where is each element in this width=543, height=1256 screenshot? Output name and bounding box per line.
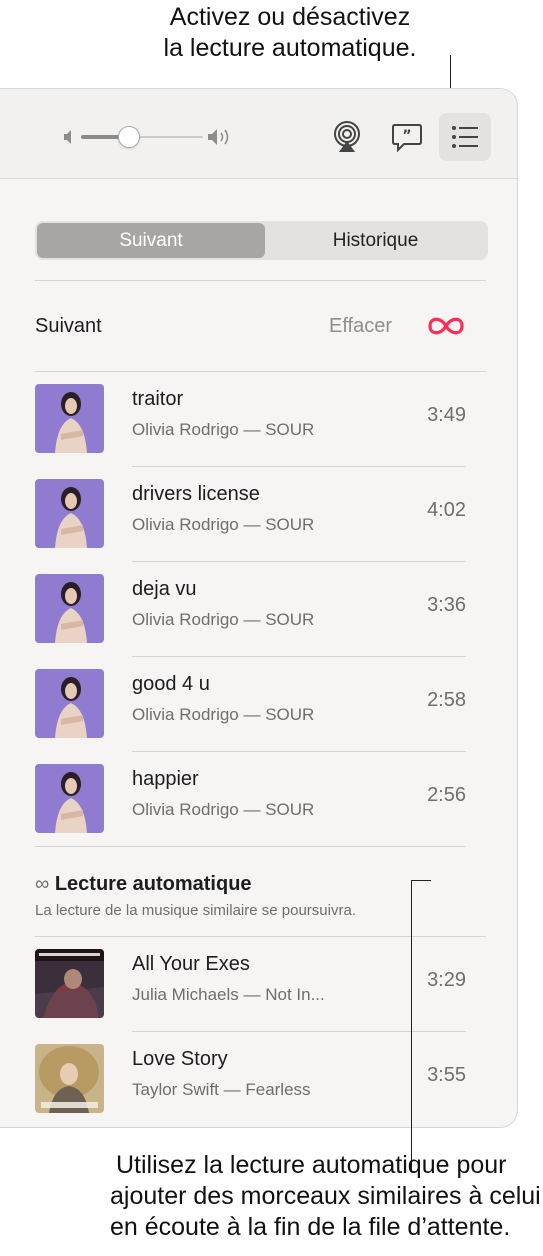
callout-top-line-2: la lecture automatique. xyxy=(163,34,417,62)
svg-text:”: ” xyxy=(402,128,411,144)
airplay-button[interactable] xyxy=(321,113,373,161)
album-art xyxy=(35,574,104,643)
track-title: happier xyxy=(132,768,199,790)
queue-track-row[interactable]: deja vu Olivia Rodrigo — SOUR 3:36 xyxy=(35,562,486,657)
queue-track-row[interactable]: happier Olivia Rodrigo — SOUR 2:56 xyxy=(35,752,486,847)
track-title: Love Story xyxy=(132,1048,228,1070)
queue-list-icon xyxy=(452,126,478,148)
queue-track-row[interactable]: good 4 u Olivia Rodrigo — SOUR 2:58 xyxy=(35,657,486,752)
autoplay-track-row[interactable]: Love Story Taylor Swift — Fearless 3:55 xyxy=(35,1032,486,1127)
tab-next[interactable]: Suivant xyxy=(37,223,265,258)
album-art xyxy=(35,949,104,1018)
airplay-icon xyxy=(334,121,360,152)
lyrics-button[interactable]: ” xyxy=(381,113,433,161)
callout-autoplay-toggle: Activez ou désactivez la lecture automat… xyxy=(100,2,480,64)
track-artist-album: Olivia Rodrigo — SOUR xyxy=(132,420,315,439)
track-duration: 4:02 xyxy=(427,499,466,521)
volume-high-icon xyxy=(208,129,229,145)
toolbar: ” xyxy=(0,89,517,179)
track-title: traitor xyxy=(132,388,184,410)
album-art xyxy=(35,669,104,738)
track-title: deja vu xyxy=(132,578,197,600)
volume-slider-knob[interactable] xyxy=(118,126,140,148)
track-duration: 3:49 xyxy=(427,404,466,426)
track-duration: 2:58 xyxy=(427,689,466,711)
volume-low-icon xyxy=(64,130,71,144)
track-artist-album: Taylor Swift — Fearless xyxy=(132,1080,311,1099)
track-artist-album: Olivia Rodrigo — SOUR xyxy=(132,610,315,629)
track-title: good 4 u xyxy=(132,673,210,695)
callout-bottom-leader-vertical xyxy=(411,880,412,1170)
row-separator xyxy=(35,846,466,847)
tab-history[interactable]: Historique xyxy=(265,223,486,258)
queue-track-row[interactable]: traitor Olivia Rodrigo — SOUR 3:49 xyxy=(35,372,486,467)
album-art xyxy=(35,384,104,453)
track-artist-album: Olivia Rodrigo — SOUR xyxy=(132,800,315,819)
infinity-icon: ∞ xyxy=(35,873,50,895)
lyrics-icon: ” xyxy=(392,124,422,153)
callout-bottom-leader-horizontal xyxy=(411,880,431,881)
section-title: Suivant xyxy=(35,315,102,337)
music-window: ” Suivant Historique Suivant Effacer tra… xyxy=(0,88,518,1128)
track-title: All Your Exes xyxy=(132,953,250,975)
track-duration: 2:56 xyxy=(427,784,466,806)
autoplay-heading-label: Lecture automatique xyxy=(54,873,252,895)
callout-autoplay-explanation: Utilisez la lecture automatique pour ajo… xyxy=(110,1150,541,1243)
track-duration: 3:36 xyxy=(427,594,466,616)
autoplay-toggle-button[interactable] xyxy=(426,311,466,341)
track-artist-album: Olivia Rodrigo — SOUR xyxy=(132,705,315,724)
album-art xyxy=(35,479,104,548)
autoplay-heading: ∞ Lecture automatique xyxy=(35,873,252,896)
track-duration: 3:55 xyxy=(427,1064,466,1086)
queue-track-row[interactable]: drivers license Olivia Rodrigo — SOUR 4:… xyxy=(35,467,486,562)
autoplay-track-row[interactable]: All Your Exes Julia Michaels — Not In...… xyxy=(35,937,486,1032)
album-art xyxy=(35,1044,104,1113)
queue-history-switcher: Suivant Historique xyxy=(35,221,488,260)
track-title: drivers license xyxy=(132,483,260,505)
divider xyxy=(35,280,486,281)
clear-button[interactable]: Effacer xyxy=(329,315,392,338)
album-art xyxy=(35,764,104,833)
callout-top-line-1: Activez ou désactivez xyxy=(169,3,411,31)
callout-bottom-line-1: Utilisez la lecture automatique pour xyxy=(116,1151,507,1179)
queue-button[interactable] xyxy=(439,113,491,161)
infinity-icon xyxy=(428,317,464,335)
track-artist-album: Julia Michaels — Not In... xyxy=(132,985,325,1004)
callout-bottom-line-3: en écoute à la fin de la file d’attente. xyxy=(110,1213,511,1241)
track-duration: 3:29 xyxy=(427,969,466,991)
autoplay-description: La lecture de la musique similaire se po… xyxy=(35,902,356,919)
callout-bottom-line-2: ajouter des morceaux similaires à celui xyxy=(110,1182,541,1210)
track-artist-album: Olivia Rodrigo — SOUR xyxy=(132,515,315,534)
